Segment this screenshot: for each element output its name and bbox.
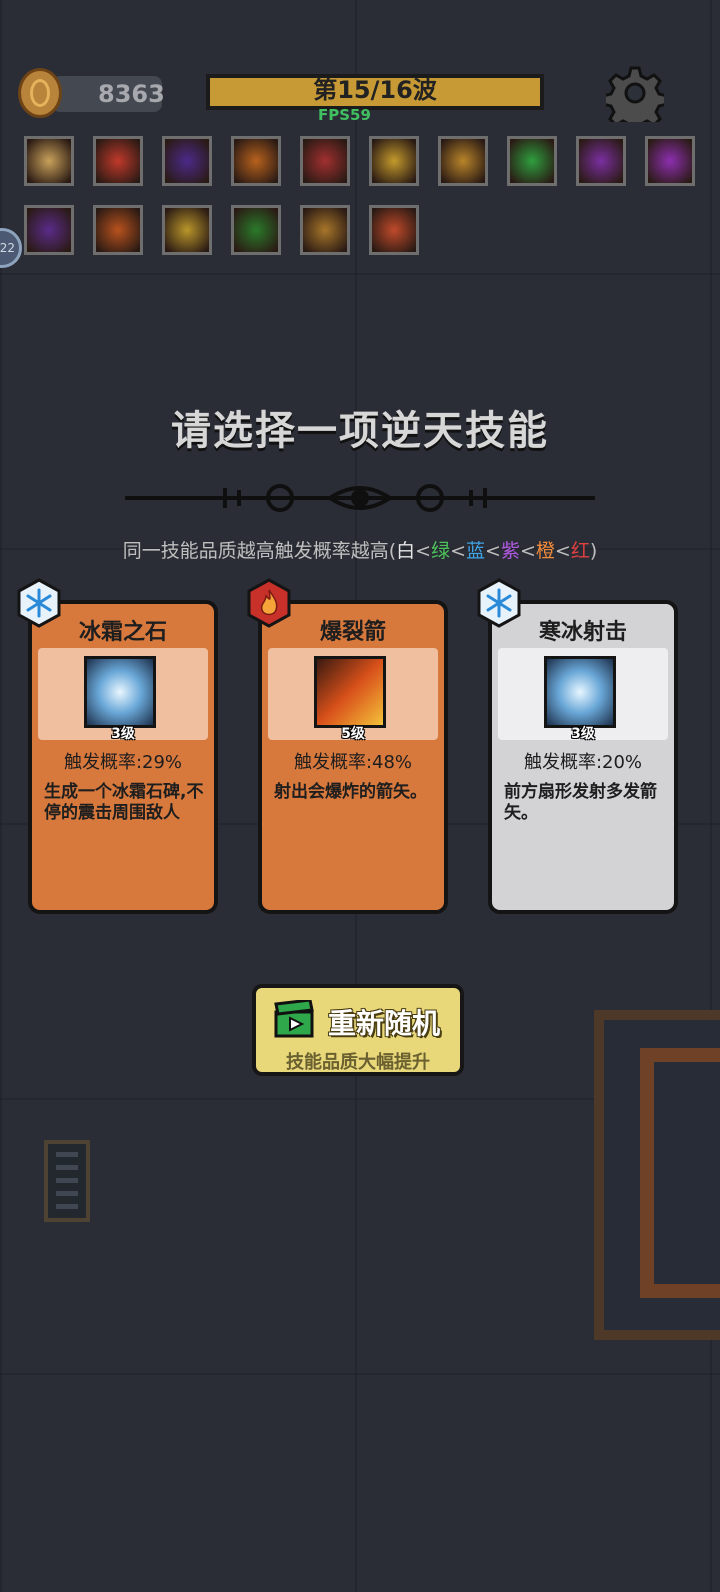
quality-3: 紫 [500,540,520,562]
clapperboard-icon [274,1000,314,1038]
quality-separator: < [415,540,432,562]
coin-icon [18,68,62,118]
violet-slash-icon[interactable] [24,205,74,255]
snowflake-icon [17,578,61,628]
quality-1: 绿 [431,540,451,562]
card-description: 射出会爆炸的箭矢。 [274,782,427,802]
hint-prefix: 同一技能品质越高触发概率越高( [122,540,397,562]
fire-rain-icon[interactable] [231,136,281,186]
golden-bolt-icon[interactable] [300,205,350,255]
divider-ornament-icon [125,484,595,512]
reroll-button[interactable]: 重新随机 技能品质大幅提升 [252,984,464,1076]
quality-separator: < [450,540,467,562]
quality-5: 红 [570,540,590,562]
flame-swirl-icon[interactable] [93,136,143,186]
fire-icon [247,578,291,628]
void-vortex-icon[interactable] [162,136,212,186]
fire-orb-icon[interactable] [93,205,143,255]
page-title: 请选择一项逆天技能 [171,408,549,454]
card-level: 5级 [341,726,365,742]
shadow-splash-icon[interactable] [576,136,626,186]
fps-counter: FPS59 [318,106,371,124]
quality-0: 白 [396,540,416,562]
explosive-arrow-art-icon [314,656,386,728]
wave-label: 第15/16波 [313,76,437,104]
reroll-title: 重新随机 [328,1007,441,1040]
card-level: 3级 [111,726,135,742]
reroll-subtitle: 技能品质大幅提升 [286,1052,430,1073]
golden-fist-icon[interactable] [369,136,419,186]
quality-separator: < [554,540,571,562]
card-level: 3级 [571,726,595,742]
quality-2: 蓝 [466,540,486,562]
golden-shield-icon[interactable] [438,136,488,186]
quality-separator: < [519,540,536,562]
quality-separator: < [485,540,501,562]
frost-stone-art-icon [84,656,156,728]
poison-cloud-icon[interactable] [507,136,557,186]
ice-shot-art-icon [544,656,616,728]
golden-beetle-icon[interactable] [162,205,212,255]
purple-claw-icon[interactable] [645,136,695,186]
card-trigger-rate: 触发概率:29% [63,752,183,773]
skill-card[interactable]: 寒冰射击 3级 触发概率:20% 前方扇形发射多发箭矢。 [488,600,678,914]
quality-list: 白<绿<蓝<紫<橙<红 [396,540,590,562]
skill-card[interactable]: 爆裂箭 5级 触发概率:48% 射出会爆炸的箭矢。 [258,600,448,914]
card-description: 生成一个冰霜石碑,不停的震击周围敌人 [44,782,204,823]
quality-4: 橙 [535,540,555,562]
card-trigger-rate: 触发概率:20% [523,752,643,773]
card-trigger-rate: 触发概率:48% [293,752,413,773]
gear-icon[interactable] [606,64,664,122]
skill-card[interactable]: 冰霜之石 3级 触发概率:29% 生成一个冰霜石碑,不停的震击周围敌人 [28,600,218,914]
blood-cross-icon[interactable] [300,136,350,186]
snowflake-icon [477,578,521,628]
hint-suffix: ) [589,540,598,562]
coin-value: 8363 [98,80,165,108]
quality-hint: 同一技能品质越高触发概率越高(白<绿<蓝<紫<橙<红) [0,536,720,563]
lightning-burst-icon[interactable] [24,136,74,186]
card-description: 前方扇形发射多发箭矢。 [504,782,657,823]
mushroom-icon[interactable] [369,205,419,255]
green-spikes-icon[interactable] [231,205,281,255]
